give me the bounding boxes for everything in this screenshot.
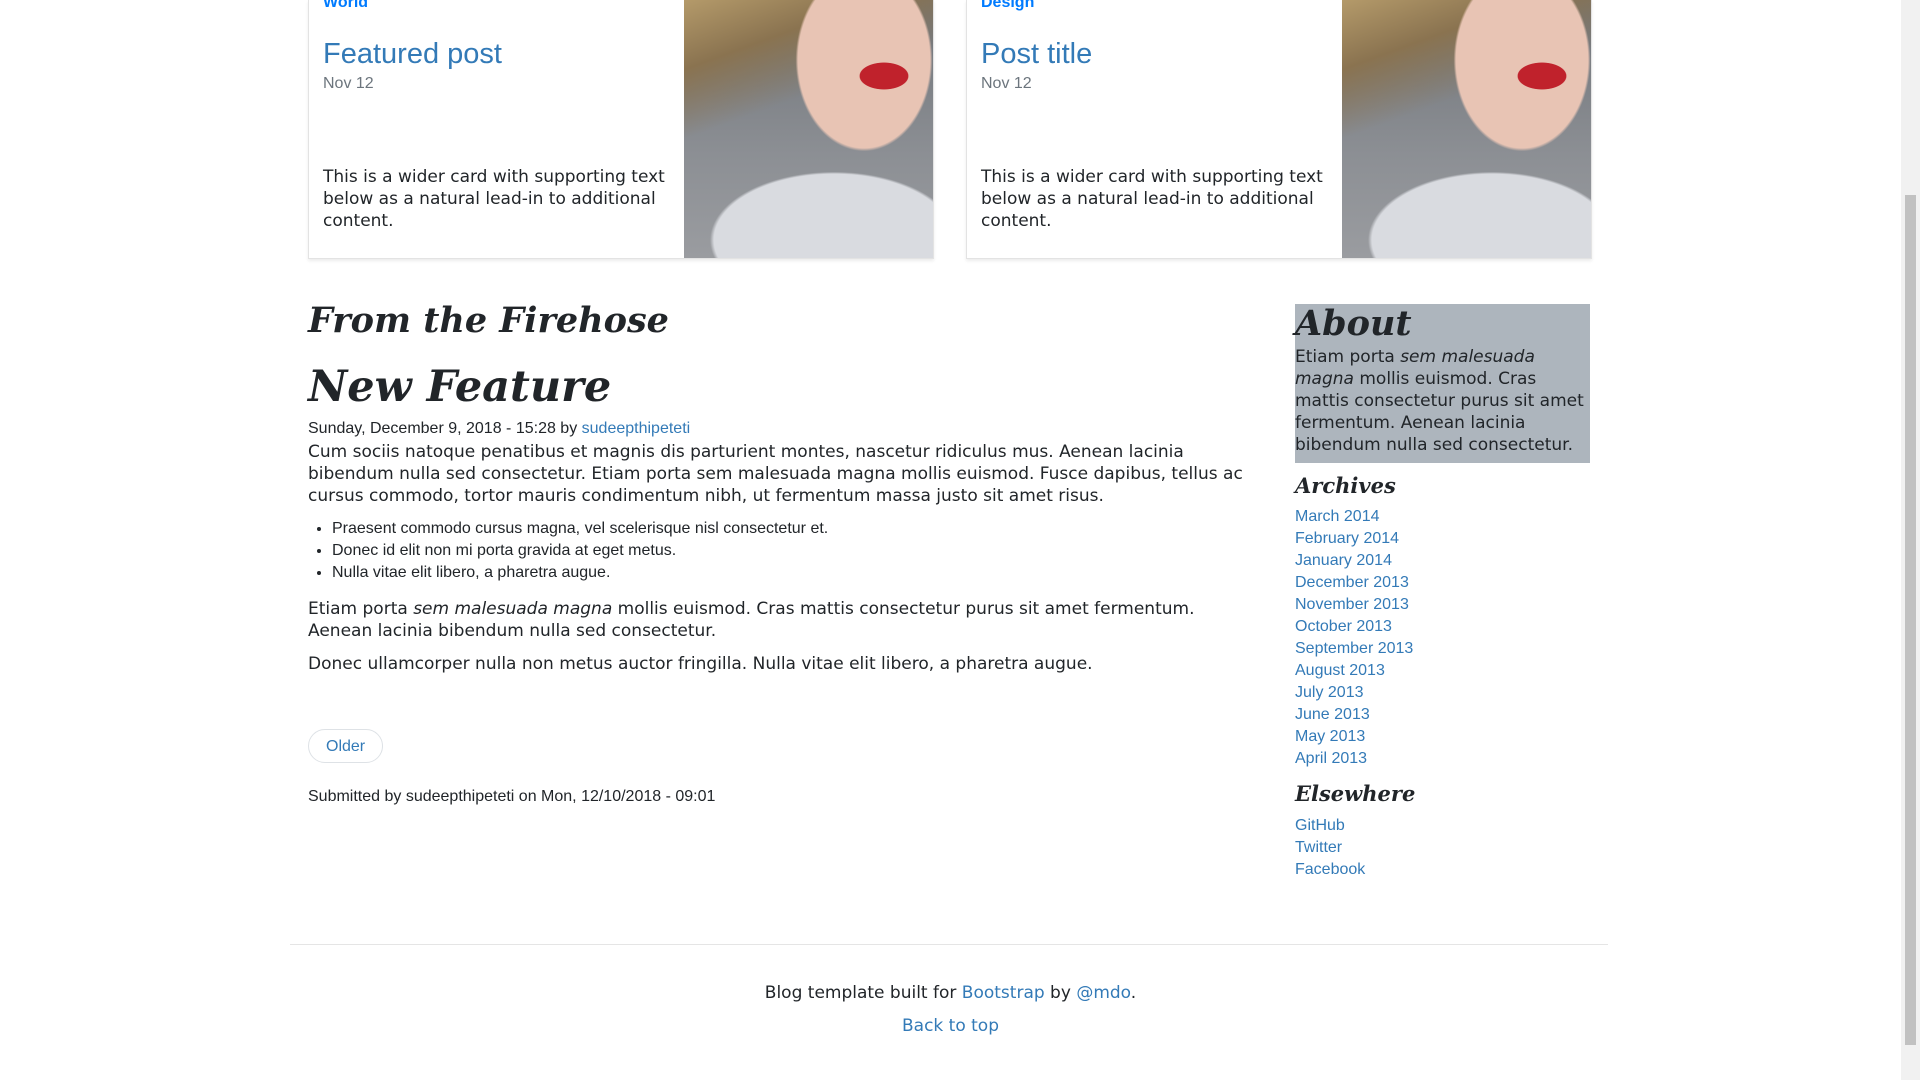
post-paragraph: Donec ullamcorper nulla non metus auctor… (308, 654, 1093, 674)
featured-card-design: Design Post title Nov 12 This is a wider… (966, 0, 1592, 259)
card-text: This is a wider card with supporting tex… (981, 167, 1323, 231)
post-paragraph: Etiam porta sem malesuada magna mollis e… (308, 598, 1258, 642)
archive-link[interactable]: February 2014 (1295, 530, 1399, 547)
archive-item: May 2013 (1295, 726, 1413, 748)
archive-item: January 2014 (1295, 550, 1413, 572)
text: Etiam porta (308, 599, 414, 619)
list-item: Nulla vitae elit libero, a pharetra augu… (332, 562, 1258, 584)
archive-item: June 2013 (1295, 704, 1413, 726)
archive-item: February 2014 (1295, 528, 1413, 550)
about-box: About Etiam porta sem malesuada magna mo… (1295, 303, 1590, 463)
post-meta: Sunday, December 9, 2018 - 15:28 by sude… (308, 420, 690, 438)
elsewhere-item: GitHub (1295, 815, 1365, 837)
scrollbar-thumb[interactable] (1905, 195, 1916, 1045)
post-body: Cum sociis natoque penatibus et magnis d… (308, 441, 1258, 686)
elsewhere-item: Facebook (1295, 859, 1365, 881)
submitted-info: Submitted by sudeepthipeteti on Mon, 12/… (308, 788, 716, 805)
archive-item: August 2013 (1295, 660, 1413, 682)
archive-item: November 2013 (1295, 594, 1413, 616)
list-item: Donec id elit non mi porta gravida at eg… (332, 540, 1258, 562)
elsewhere-list: GitHub Twitter Facebook (1295, 815, 1365, 881)
post-title: New Feature (308, 362, 612, 412)
featured-card-world: World Featured post Nov 12 This is a wid… (308, 0, 934, 259)
archive-link[interactable]: August 2013 (1295, 662, 1385, 679)
about-text: Etiam porta sem malesuada magna mollis e… (1295, 346, 1590, 456)
about-title: About (1295, 303, 1412, 344)
archive-link[interactable]: July 2013 (1295, 684, 1364, 701)
text: Blog template built for (764, 983, 962, 1003)
archive-link[interactable]: November 2013 (1295, 596, 1409, 613)
card-title[interactable]: Featured post (323, 40, 668, 69)
archive-link[interactable]: May 2013 (1295, 728, 1365, 745)
archive-item: December 2013 (1295, 572, 1413, 594)
twitter-link[interactable]: Twitter (1295, 839, 1342, 856)
older-button[interactable]: Older (308, 729, 384, 763)
archives-list: March 2014 February 2014 January 2014 De… (1295, 506, 1413, 770)
card-thumbnail-image (684, 0, 933, 258)
emphasis-text: sem malesuada magna (413, 599, 613, 619)
archive-item: March 2014 (1295, 506, 1413, 528)
archive-item: July 2013 (1295, 682, 1413, 704)
archive-item: October 2013 (1295, 616, 1413, 638)
card-thumbnail-image (1342, 0, 1591, 258)
footer-credit: Blog template built for Bootstrap by @md… (0, 983, 1901, 1003)
footer-divider (290, 944, 1608, 945)
section-title: From the Firehose (308, 300, 669, 341)
text: . (1130, 983, 1137, 1003)
elsewhere-item: Twitter (1295, 837, 1365, 859)
mdo-link[interactable]: @mdo (1076, 983, 1130, 1003)
card-text: This is a wider card with supporting tex… (323, 167, 665, 231)
archive-link[interactable]: September 2013 (1295, 640, 1413, 657)
archive-link[interactable]: January 2014 (1295, 552, 1392, 569)
back-to-top-link[interactable]: Back to top (902, 1016, 999, 1036)
archive-link[interactable]: June 2013 (1295, 706, 1370, 723)
card-date: Nov 12 (323, 75, 374, 92)
vertical-scrollbar[interactable] (1901, 0, 1920, 1080)
text: by (1044, 983, 1077, 1003)
archive-link[interactable]: December 2013 (1295, 574, 1409, 591)
archive-link[interactable]: October 2013 (1295, 618, 1392, 635)
archive-link[interactable]: March 2014 (1295, 508, 1380, 525)
bootstrap-link[interactable]: Bootstrap (962, 983, 1045, 1003)
archive-item: September 2013 (1295, 638, 1413, 660)
text: Etiam porta (1295, 347, 1401, 368)
footer-back: Back to top (0, 1016, 1901, 1036)
card-body: World Featured post Nov 12 (323, 0, 668, 93)
archive-item: April 2013 (1295, 748, 1413, 770)
facebook-link[interactable]: Facebook (1295, 861, 1365, 878)
archive-link[interactable]: April 2013 (1295, 750, 1367, 767)
post-author-link[interactable]: sudeepthipeteti (582, 420, 691, 437)
list-item: Praesent commodo cursus magna, vel scele… (332, 518, 1258, 540)
card-body: Design Post title Nov 12 (981, 0, 1326, 93)
card-category[interactable]: Design (981, 0, 1326, 12)
card-date: Nov 12 (981, 75, 1032, 92)
elsewhere-title: Elsewhere (1295, 781, 1416, 806)
archives-title: Archives (1295, 473, 1396, 498)
post-paragraph: Cum sociis natoque penatibus et magnis d… (308, 442, 1243, 506)
github-link[interactable]: GitHub (1295, 817, 1345, 834)
card-category[interactable]: World (323, 0, 668, 12)
post-list: Praesent commodo cursus magna, vel scele… (308, 518, 1258, 584)
post-date: Sunday, December 9, 2018 - 15:28 by (308, 420, 582, 437)
card-title[interactable]: Post title (981, 40, 1326, 69)
